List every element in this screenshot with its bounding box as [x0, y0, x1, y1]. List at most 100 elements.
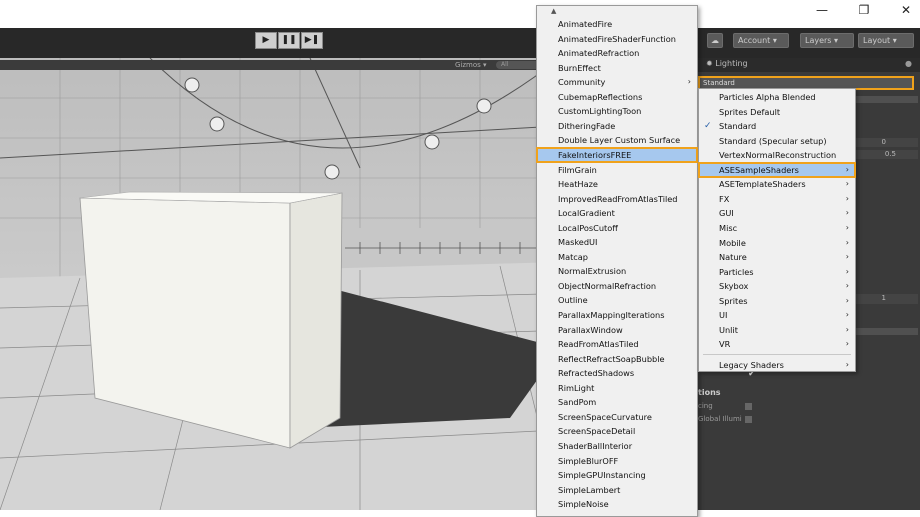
menu-item[interactable]: ShaderBallInterior	[537, 439, 697, 454]
menu-item[interactable]: ParallaxMappingIterations	[537, 308, 697, 323]
option-checkbox-2[interactable]	[745, 416, 752, 423]
menu-separator	[703, 354, 851, 356]
menu-item[interactable]: Community ›	[537, 75, 697, 90]
menu-item[interactable]: Sprites ›	[699, 294, 855, 309]
menu-item[interactable]: Standard (Specular setup)	[699, 134, 855, 149]
menu-item[interactable]: Outline	[537, 293, 697, 308]
menu-item[interactable]: HeatHaze	[537, 177, 697, 192]
menu-item[interactable]: ImprovedReadFromAtlasTiled	[537, 192, 697, 207]
lock-icon[interactable]: ●	[905, 59, 912, 68]
menu-item[interactable]: FakeInteriorsFREE	[536, 146, 698, 164]
lighting-icon: ✹	[706, 59, 713, 68]
menu-item[interactable]: Legacy Shaders ›	[699, 358, 855, 373]
menu-item[interactable]: Misc ›	[699, 221, 855, 236]
menu-item[interactable]: ✓ Standard	[699, 119, 855, 134]
menu-item[interactable]: VR ›	[699, 337, 855, 352]
menu-item-label: ImprovedReadFromAtlasTiled	[558, 193, 678, 204]
chevron-right-icon: ›	[845, 164, 849, 174]
menu-item[interactable]: ReadFromAtlasTiled	[537, 337, 697, 352]
gizmos-dropdown[interactable]: Gizmos ▾	[455, 60, 487, 70]
close-icon[interactable]: ✕	[898, 3, 914, 17]
option-label-1: cing	[698, 402, 713, 410]
menu-item[interactable]: Particles Alpha Blended	[699, 90, 855, 105]
menu-item[interactable]: SimpleGPUInstancing	[537, 468, 697, 483]
value-05-text: 0.5	[884, 150, 896, 158]
menu-item-label: ObjectNormalRefraction	[558, 280, 657, 291]
menu-item[interactable]: RefractedShadows	[537, 366, 697, 381]
menu-item[interactable]: AnimatedRefraction	[537, 46, 697, 61]
menu-item-label: Nature	[719, 252, 747, 263]
tab-lighting[interactable]: ✹ Lighting	[706, 59, 748, 68]
menu-item[interactable]: CubemapReflections	[537, 90, 697, 105]
chevron-right-icon: ›	[687, 77, 691, 87]
menu-item[interactable]: BurnEffect	[537, 61, 697, 76]
cloud-icon[interactable]: ☁	[707, 33, 723, 48]
menu-item-label: RimLight	[558, 382, 595, 393]
menu-item[interactable]: Skybox ›	[699, 279, 855, 294]
menu-item[interactable]: ScreenSpaceDetail	[537, 424, 697, 439]
scene-search-input[interactable]: All	[496, 61, 541, 69]
menu-item[interactable]: MaskedUI	[537, 235, 697, 250]
restore-icon[interactable]: ❐	[856, 3, 872, 17]
menu-item[interactable]: Sprites Default	[699, 105, 855, 120]
menu-item-label: Outline	[558, 295, 588, 306]
menu-item[interactable]: GUI ›	[699, 206, 855, 221]
menu-item[interactable]: AnimatedFireShaderFunction	[537, 32, 697, 47]
menu-item[interactable]: VertexNormalReconstruction	[699, 148, 855, 163]
step-icon[interactable]: ▶❚	[301, 32, 323, 49]
menu-item-label: SandPom	[558, 397, 597, 408]
pause-icon[interactable]: ❚❚	[278, 32, 300, 49]
menu-item[interactable]: ParallaxWindow	[537, 323, 697, 338]
menu-item[interactable]: RimLight	[537, 381, 697, 396]
menu-item[interactable]: NormalExtrusion	[537, 264, 697, 279]
menu-item[interactable]: UI ›	[699, 308, 855, 323]
option-checkbox-1[interactable]	[745, 403, 752, 410]
menu-item[interactable]: SimpleLambert	[537, 483, 697, 498]
menu-item[interactable]: FX ›	[699, 192, 855, 207]
menu-item[interactable]: LocalPosCutoff	[537, 221, 697, 236]
menu-item-label: VertexNormalReconstruction	[719, 150, 837, 161]
menu-item[interactable]: ScreenSpaceCurvature	[537, 410, 697, 425]
value-field-05[interactable]: 0.5	[856, 150, 918, 159]
layers-dropdown[interactable]: Layers ▾	[800, 33, 854, 48]
play-icon[interactable]: ▶	[255, 32, 277, 49]
value-field-1[interactable]: 1	[856, 294, 918, 304]
menu-item[interactable]: Nature ›	[699, 250, 855, 265]
menu-item[interactable]: Particles ›	[699, 265, 855, 280]
chevron-right-icon: ›	[845, 266, 849, 276]
scroll-up-icon[interactable]: ▲	[551, 7, 556, 15]
playback-controls: ▶ ❚❚ ▶❚	[255, 32, 324, 49]
menu-item-label: HeatHaze	[558, 179, 598, 190]
menu-item-label: SimpleBlurOFF	[558, 455, 619, 466]
menu-item[interactable]: Double Layer Custom Surface	[537, 133, 697, 148]
chevron-right-icon: ›	[845, 359, 849, 369]
menu-item[interactable]: AnimatedFire	[537, 17, 697, 32]
value-0-text: 0	[881, 138, 886, 146]
menu-item[interactable]: CustomLightingToon	[537, 104, 697, 119]
scene-toolbar: Gizmos ▾ All	[0, 60, 541, 70]
menu-item[interactable]: Mobile ›	[699, 236, 855, 251]
menu-item-label: CustomLightingToon	[558, 106, 642, 117]
menu-item[interactable]: LocalGradient	[537, 206, 697, 221]
value-field-0[interactable]: 0	[856, 138, 918, 147]
layout-label: Layout	[863, 36, 891, 45]
menu-item[interactable]: SimpleBlurOFF	[537, 454, 697, 469]
value-1-text: 1	[881, 294, 886, 302]
menu-item[interactable]: DitheringFade	[537, 119, 697, 134]
menu-item[interactable]: SandPom	[537, 395, 697, 410]
menu-item[interactable]: ObjectNormalRefraction	[537, 279, 697, 294]
menu-item-label: FilmGrain	[558, 164, 597, 175]
menu-item-label: Legacy Shaders	[719, 359, 784, 370]
menu-item[interactable]: FilmGrain	[537, 163, 697, 178]
menu-item-label: AnimatedRefraction	[558, 48, 640, 59]
menu-item[interactable]: ASESampleShaders ›	[698, 161, 856, 179]
menu-item[interactable]: Unlit ›	[699, 323, 855, 338]
minimize-icon[interactable]: —	[814, 3, 830, 17]
menu-item[interactable]: Matcap	[537, 250, 697, 265]
account-dropdown[interactable]: Account ▾	[733, 33, 789, 48]
menu-item[interactable]: ASETemplateShaders ›	[699, 177, 855, 192]
menu-item[interactable]: ReflectRefractSoapBubble	[537, 352, 697, 367]
material-header	[854, 96, 918, 103]
menu-item[interactable]: SimpleNoise	[537, 497, 697, 512]
layout-dropdown[interactable]: Layout ▾	[858, 33, 914, 48]
